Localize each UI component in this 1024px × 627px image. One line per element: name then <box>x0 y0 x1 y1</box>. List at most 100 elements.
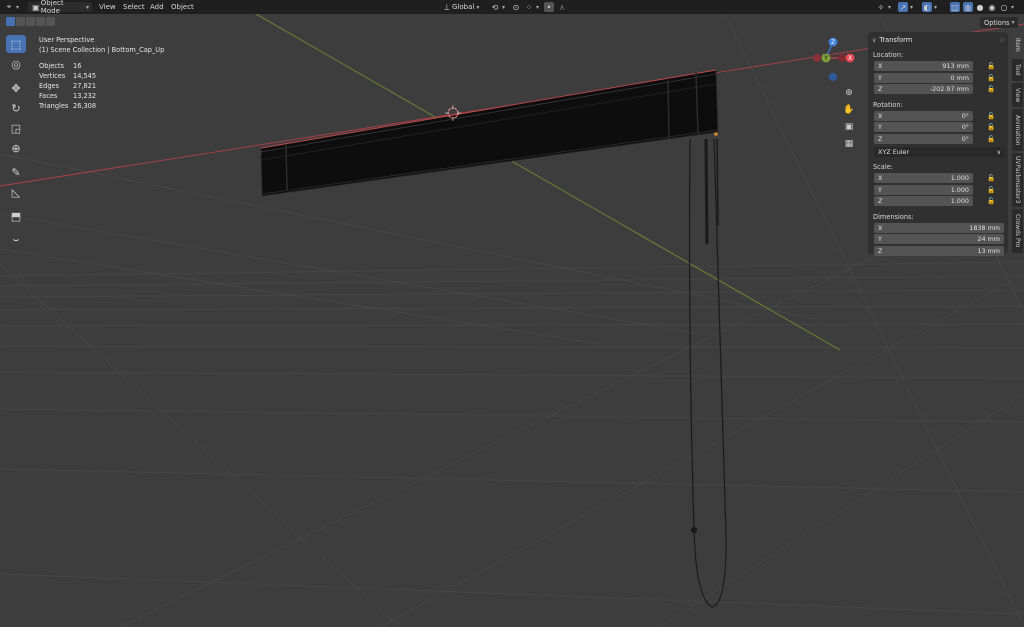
rotation-y-field[interactable]: Y 0° <box>874 122 973 132</box>
active-collection: (1) Scene Collection | Bottom_Cap_Up <box>39 46 165 54</box>
editor-type-button[interactable]: ⌖ ▾ <box>4 2 19 12</box>
mode-dropdown[interactable]: ▣ Object Mode ▾ <box>28 0 92 15</box>
dimensions-z-field[interactable]: Z 13 mm <box>874 245 1004 256</box>
gizmo-toggle[interactable]: ↗ ▾ <box>898 2 913 12</box>
menu-add[interactable]: Add <box>150 2 164 12</box>
orientation-label: Global <box>452 3 475 11</box>
neg-z-axis-dot[interactable] <box>829 73 837 81</box>
tab-crowds-pro[interactable]: Crowds Pro <box>1012 209 1023 253</box>
lock-icon[interactable]: 🔓 <box>985 74 997 82</box>
menu-object[interactable]: Object <box>171 2 194 12</box>
blind-cord[interactable] <box>688 138 727 608</box>
tool-shelf: ⬚ ◎ ✥ ↻ ◲ ⊕ ✎ ◺ ⬒ ⌣ <box>6 35 28 251</box>
cursor-tool[interactable]: ◎ <box>6 55 26 73</box>
location-y-field[interactable]: Y0 mm <box>874 72 973 83</box>
chevron-down-icon: ▾ <box>888 3 892 11</box>
grid-icon: ▦ <box>844 139 854 149</box>
shading-material[interactable]: ◉ <box>987 2 997 12</box>
tab-uvpackmaster[interactable]: UVPackmaster3 <box>1012 153 1023 207</box>
pivot-point-button[interactable]: ⟲ ▾ <box>490 2 505 12</box>
shading-solid[interactable]: ● <box>975 2 985 12</box>
select-subtract-icon[interactable] <box>26 17 35 26</box>
zoom-button[interactable]: ⊕ <box>842 86 856 100</box>
lock-icon[interactable]: 🔓 <box>985 123 997 131</box>
material-shading-icon: ◉ <box>988 2 996 12</box>
panel-title: Transform <box>879 36 913 44</box>
lock-icon[interactable]: 🔓 <box>985 112 997 120</box>
select-box-tool[interactable]: ⬚ <box>6 35 26 53</box>
shading-rendered[interactable]: ○ ▾ <box>999 2 1015 12</box>
proportional-edit-icon: • <box>544 2 554 12</box>
rotate-tool[interactable]: ↻ <box>6 99 26 117</box>
select-intersect-icon[interactable] <box>46 17 55 26</box>
neg-y-axis-dot[interactable] <box>838 54 846 62</box>
overlay-toggle[interactable]: ◐ ▾ <box>922 2 937 12</box>
proportional-edit-toggle[interactable]: • <box>544 2 554 12</box>
scale-tool[interactable]: ◲ <box>6 119 26 137</box>
move-tool[interactable]: ✥ <box>6 79 26 97</box>
select-invert-icon[interactable] <box>36 17 45 26</box>
rotation-x-field[interactable]: X 0° <box>874 110 973 121</box>
camera-view-button[interactable]: ▣ <box>842 120 856 134</box>
rotation-mode-label: XYZ Euler <box>878 148 910 156</box>
scale-x-field[interactable]: X 1.000 <box>874 173 973 183</box>
chevron-down-icon: ∨ <box>996 148 1001 156</box>
move-icon: ✥ <box>11 81 21 95</box>
select-box-icon: ⬚ <box>10 37 22 51</box>
options-dropdown[interactable]: Options ▾ <box>980 17 1019 28</box>
lock-icon[interactable]: 🔓 <box>985 85 997 93</box>
lock-icon[interactable]: 🔓 <box>985 135 997 143</box>
hand-icon: ✋ <box>843 105 855 115</box>
lock-icon[interactable]: 🔓 <box>985 186 997 194</box>
drag-handle-icon[interactable]: ⁞⁞ <box>1000 37 1004 44</box>
menu-select[interactable]: Select <box>123 2 145 12</box>
location-z-field[interactable]: Z -202.97 mm <box>874 84 973 94</box>
sidebar-tabs: Item Tool View Animation UVPackmaster3 C… <box>1012 33 1024 255</box>
xray-icon: ◫ <box>950 2 960 12</box>
measure-tool[interactable]: ◺ <box>6 183 26 201</box>
annotate-tool[interactable]: ✎ <box>6 163 26 181</box>
rotation-z-field[interactable]: Z 0° <box>874 133 973 144</box>
lock-icon[interactable]: 🔓 <box>985 197 997 205</box>
pan-button[interactable]: ✋ <box>842 103 856 117</box>
dimensions-y-field[interactable]: Y 24 mm <box>874 234 1004 244</box>
tab-animation[interactable]: Animation <box>1012 109 1023 151</box>
add-cube-tool[interactable]: ⬒ <box>6 207 26 225</box>
object-mode-icon: ▣ <box>32 2 40 12</box>
select-extend-icon[interactable] <box>16 17 25 26</box>
visibility-icon: ✧ <box>877 2 885 12</box>
chevron-down-icon: ▾ <box>910 3 914 11</box>
scale-y-field[interactable]: Y 1.000 <box>874 184 973 195</box>
rotation-mode-dropdown[interactable]: XYZ Euler ∨ <box>874 147 1005 157</box>
transform-orientation-dropdown[interactable]: ⊥ Global ▾ <box>442 2 480 12</box>
dimensions-x-field[interactable]: X 1838 mm <box>874 222 1004 233</box>
shading-wireframe[interactable]: ◍ <box>963 2 973 12</box>
tab-view[interactable]: View <box>1012 83 1023 107</box>
lock-icon[interactable]: 🔓 <box>985 62 997 70</box>
neg-x-axis-dot[interactable] <box>813 54 821 62</box>
tab-tool[interactable]: Tool <box>1012 59 1023 81</box>
falloff-button[interactable]: ∧ <box>557 2 567 12</box>
chevron-down-icon: ▾ <box>85 3 89 11</box>
cursor-icon: ◎ <box>11 57 21 71</box>
lock-icon[interactable]: 🔓 <box>985 174 997 182</box>
visibility-button[interactable]: ✧ ▾ <box>876 2 891 12</box>
add-cube-icon: ⬒ <box>10 209 22 223</box>
perspective-toggle-button[interactable]: ▦ <box>842 137 856 151</box>
xray-toggle[interactable]: ◫ <box>950 2 960 12</box>
location-x-field[interactable]: X 913 mm <box>874 61 973 71</box>
tab-item[interactable]: Item <box>1012 33 1023 57</box>
scale-z-field[interactable]: Z 1.000 <box>874 196 973 206</box>
blind-object[interactable] <box>260 69 719 197</box>
menu-view[interactable]: View <box>99 2 116 12</box>
select-new-icon[interactable] <box>6 17 15 26</box>
gizmo-icon: ↗ <box>898 2 908 12</box>
transform-tool[interactable]: ⊕ <box>6 139 26 157</box>
snap-toggle[interactable]: ⊙ <box>511 2 521 12</box>
transform-panel-header[interactable]: ∨ Transform ⁞⁞ <box>872 35 1004 45</box>
snap-target-button[interactable]: ⁘ ▾ <box>524 2 539 12</box>
viewport-header: ⌖ ▾ ▣ Object Mode ▾ View Select Add Objec… <box>0 0 1024 15</box>
navigation-gizmo[interactable]: Z Y X <box>810 36 860 86</box>
curve-tool[interactable]: ⌣ <box>6 231 26 249</box>
select-mode-group <box>6 17 55 26</box>
